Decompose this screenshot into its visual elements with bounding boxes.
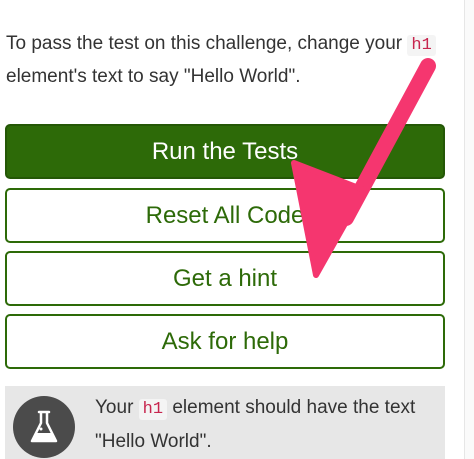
scrollbar-track[interactable] — [464, 0, 474, 459]
test-text-start: Your — [95, 397, 139, 418]
reset-code-button[interactable]: Reset All Code — [5, 188, 445, 243]
instructions-code: h1 — [407, 35, 436, 56]
test-description: Your h1 element should have the text "He… — [95, 392, 445, 458]
test-result-row: Your h1 element should have the text "He… — [5, 386, 445, 459]
challenge-instructions: To pass the test on this challenge, chan… — [6, 28, 446, 92]
run-tests-button[interactable]: Run the Tests — [5, 124, 445, 179]
instructions-text-start: To pass the test on this challenge, chan… — [6, 33, 408, 54]
instructions-text-end: element's text to say "Hello World". — [6, 66, 301, 87]
test-code: h1 — [138, 399, 168, 420]
ask-for-help-button[interactable]: Ask for help — [5, 314, 445, 369]
get-hint-button[interactable]: Get a hint — [5, 251, 445, 306]
beaker-icon — [13, 396, 75, 458]
